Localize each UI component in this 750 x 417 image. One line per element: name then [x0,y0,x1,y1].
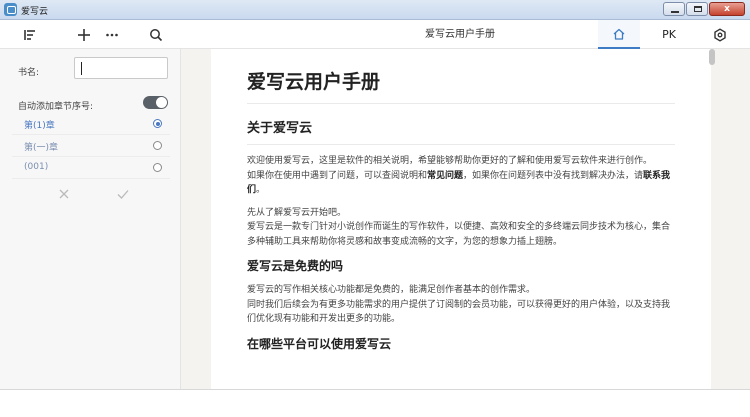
text-caret [81,62,82,75]
minimize-button[interactable] [663,2,685,16]
chapter-format-option[interactable]: 第(一)章 [12,135,170,157]
document-area: 爱写云用户手册 关于爱写云欢迎使用爱写云，这里是软件的相关说明，希望能够帮助你更… [181,49,750,389]
paragraph: 先从了解爱写云开始吧。 爱写云是一款专门针对小说创作而诞生的写作软件，以便捷、高效… [247,206,675,250]
minimize-icon [671,11,679,13]
paragraph-text: 欢迎使用爱写云，这里是软件的相关说明，希望能够帮助你更好的了解和使用爱写云软件来… [247,156,653,166]
paragraph-text: 先从了解爱写云开始吧。 爱写云是一款专门针对小说创作而诞生的写作软件，以便捷、高效… [247,207,671,247]
confirm-button[interactable] [114,185,132,203]
settings-button[interactable] [708,20,732,49]
cancel-button[interactable] [55,185,73,203]
search-icon [150,28,163,41]
help-link[interactable]: 常见问题 [427,171,463,181]
settings-icon [714,27,726,42]
outline-toggle-button[interactable] [18,20,42,49]
section-heading: 关于爱写云 [247,117,675,145]
radio-icon[interactable] [153,163,162,172]
bookname-label: 书名: [18,68,40,78]
document-heading: 爱写云用户手册 [247,67,675,104]
chapter-format-label: 第(1)章 [24,121,55,131]
window-title: 爱写云 [21,7,49,17]
chapter-format-option[interactable]: 第(1)章 [12,113,170,135]
add-button[interactable] [72,20,96,49]
radio-icon[interactable] [153,141,162,150]
document-page: 爱写云用户手册 关于爱写云欢迎使用爱写云，这里是软件的相关说明，希望能够帮助你更… [211,49,711,389]
maximize-icon [694,6,702,12]
section-heading: 在哪些平台可以使用爱写云 [247,336,392,351]
close-button[interactable]: x [709,2,745,16]
more-icon [106,33,118,36]
window-titlebar: 爱写云 x [0,0,750,20]
search-button[interactable] [144,20,168,49]
chapter-format-label: (001) [24,162,49,172]
paragraph: 爱写云的写作相关核心功能都是免费的，能满足创作者基本的创作需求。 同时我们后续会为… [247,283,675,327]
paragraph-text: 爱写云的写作相关核心功能都是免费的，能满足创作者基本的创作需求。 同时我们后续会为… [247,285,671,324]
check-icon [117,190,129,199]
home-icon [613,28,625,40]
more-button[interactable] [100,20,124,49]
section-heading: 爱写云是免费的吗 [247,259,344,273]
vertical-scrollbar[interactable] [709,49,715,65]
bookname-input[interactable] [74,57,168,79]
window-controls: x [663,2,745,16]
paragraph-text: ，如果你在问题列表中没有找到解决办法，请 [463,170,644,181]
toggle-knob [156,97,167,108]
chapter-format-label: 第(一)章 [24,143,59,153]
paragraph: 欢迎使用爱写云，这里是软件的相关说明，希望能够帮助你更好的了解和使用爱写云软件来… [247,154,675,198]
home-tab[interactable] [598,20,640,49]
maximize-button[interactable] [686,2,708,16]
settings-sidebar: 书名: 自动添加章节序号: 第(1)章 第(一)章 (001) [0,49,181,389]
plus-icon [78,28,90,41]
app-logo-icon [4,3,17,16]
radio-selected-icon[interactable] [153,119,162,128]
chapter-format-option[interactable]: (001) [12,157,170,179]
outline-icon [24,29,35,40]
paragraph-text: 。 [256,185,266,195]
auto-number-toggle[interactable] [143,96,168,109]
status-bar [0,389,750,417]
paragraph-text: 如果你在使用中遇到了问题，可以查阅说明和 [247,170,428,181]
close-icon [59,189,69,199]
document-title: 爱写云用户手册 [425,29,495,40]
pk-button[interactable]: PK [652,20,686,49]
auto-number-label: 自动添加章节序号: [18,102,94,112]
app-toolbar: 爱写云用户手册 PK [0,20,750,49]
chapter-format-list: 第(1)章 第(一)章 (001) [12,113,170,179]
